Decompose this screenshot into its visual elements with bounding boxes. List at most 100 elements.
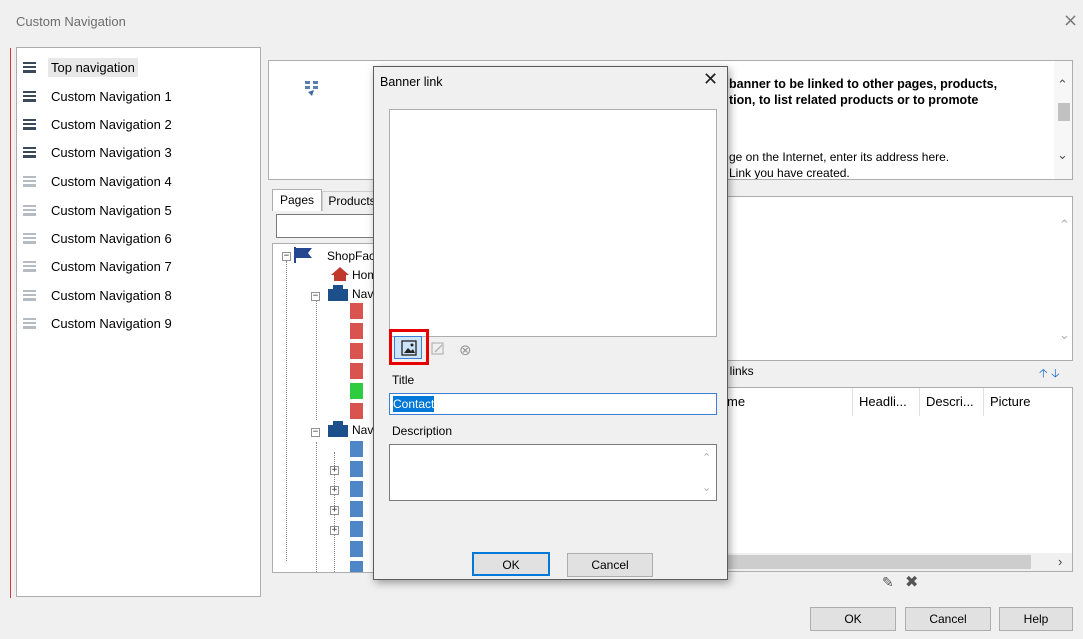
menu-icon bbox=[23, 289, 36, 301]
cancel-button[interactable]: Cancel bbox=[905, 607, 991, 631]
help-button[interactable]: Help bbox=[999, 607, 1073, 631]
info-text-line: Link you have created. bbox=[729, 166, 850, 180]
window-title: Custom Navigation bbox=[16, 14, 126, 29]
collapse-icon[interactable]: − bbox=[311, 292, 320, 301]
preview-panel: ⌃ ⌄ bbox=[720, 196, 1073, 361]
delete-icon[interactable]: ✖ bbox=[905, 572, 918, 592]
info-heading-line: banner to be linked to other pages, prod… bbox=[729, 77, 998, 91]
description-label: Description bbox=[392, 424, 453, 438]
move-up-icon[interactable]: 🡡 bbox=[1039, 364, 1048, 385]
page-icon bbox=[350, 363, 363, 379]
page-icon bbox=[350, 521, 363, 537]
select-image-button[interactable] bbox=[394, 336, 422, 359]
nav-item-custom-navigation-1[interactable]: Custom Navigation 1 bbox=[23, 84, 172, 108]
window-close-button[interactable]: × bbox=[1063, 10, 1078, 31]
info-scrollbar[interactable]: ⌃ ⌄ bbox=[1054, 61, 1072, 179]
dialog-ok-button[interactable]: OK bbox=[472, 552, 550, 576]
nav-item-label: Custom Navigation 2 bbox=[51, 116, 172, 132]
nav-item-label: Custom Navigation 1 bbox=[51, 88, 172, 104]
nav-item-label: Custom Navigation 5 bbox=[51, 202, 172, 218]
info-text-line: ge on the Internet, enter its address he… bbox=[729, 150, 950, 164]
menu-icon bbox=[23, 317, 36, 329]
remove-image-icon[interactable]: ⊗ bbox=[459, 341, 472, 359]
window-edge bbox=[10, 48, 11, 598]
banner-image-preview bbox=[389, 109, 717, 337]
navigation-type-icon bbox=[305, 81, 318, 96]
horizontal-scrollbar[interactable]: › bbox=[721, 553, 1072, 571]
column-header-description[interactable]: Descri... bbox=[920, 388, 984, 416]
nav-item-custom-navigation-3[interactable]: Custom Navigation 3 bbox=[23, 140, 172, 164]
expand-icon[interactable]: + bbox=[330, 526, 339, 535]
menu-icon bbox=[23, 146, 36, 158]
nav-item-custom-navigation-4[interactable]: Custom Navigation 4 bbox=[23, 169, 172, 193]
menu-icon bbox=[23, 204, 36, 216]
page-icon bbox=[350, 323, 363, 339]
nav-item-custom-navigation-2[interactable]: Custom Navigation 2 bbox=[23, 112, 172, 136]
page-icon bbox=[350, 541, 363, 557]
tab-pages[interactable]: Pages bbox=[272, 189, 322, 211]
collapse-icon[interactable]: − bbox=[282, 252, 291, 261]
column-header-name[interactable]: me bbox=[721, 388, 853, 416]
column-header-picture[interactable]: Picture bbox=[984, 388, 1072, 416]
expand-icon[interactable]: + bbox=[330, 506, 339, 515]
nav-item-custom-navigation-8[interactable]: Custom Navigation 8 bbox=[23, 283, 172, 307]
navigation-list[interactable]: Top navigation Custom Navigation 1 Custo… bbox=[16, 47, 261, 597]
title-input-value: Contact bbox=[393, 396, 435, 412]
column-header-headline[interactable]: Headli... bbox=[853, 388, 920, 416]
tree-guide bbox=[286, 261, 287, 561]
scroll-down-icon[interactable]: ⌄ bbox=[702, 481, 711, 494]
tree-guide bbox=[316, 442, 317, 572]
nav-item-label: Custom Navigation 9 bbox=[51, 315, 172, 331]
dialog-close-button[interactable]: ✕ bbox=[703, 69, 718, 90]
page-icon bbox=[350, 501, 363, 517]
info-heading-line: tion, to list related products or to pro… bbox=[729, 93, 979, 107]
menu-icon bbox=[23, 232, 36, 244]
banner-link-dialog: Banner link ✕ ⊗ Title Contact Descriptio… bbox=[373, 66, 728, 580]
home-icon bbox=[331, 267, 349, 281]
scroll-down-icon[interactable]: ⌄ bbox=[1059, 327, 1070, 343]
menu-icon bbox=[23, 175, 36, 187]
edit-icon[interactable]: ✎ bbox=[882, 574, 894, 591]
expand-icon[interactable]: + bbox=[330, 466, 339, 475]
scroll-down-icon[interactable]: ⌄ bbox=[1057, 147, 1068, 163]
page-icon bbox=[350, 461, 363, 477]
nav-item-label: Custom Navigation 4 bbox=[51, 173, 172, 189]
scroll-up-icon[interactable]: ⌃ bbox=[1059, 217, 1070, 233]
nav-item-custom-navigation-6[interactable]: Custom Navigation 6 bbox=[23, 226, 172, 250]
ok-button[interactable]: OK bbox=[810, 607, 896, 631]
tree-search-input[interactable] bbox=[276, 214, 386, 238]
dialog-title: Banner link bbox=[380, 75, 443, 89]
scroll-right-icon[interactable]: › bbox=[1058, 554, 1062, 569]
nav-item-custom-navigation-9[interactable]: Custom Navigation 9 bbox=[23, 311, 172, 335]
title-input[interactable]: Contact bbox=[389, 393, 717, 415]
tree-root-label[interactable]: ShopFac bbox=[327, 249, 375, 263]
links-table[interactable]: me Headli... Descri... Picture › bbox=[720, 387, 1073, 572]
scroll-up-icon[interactable]: ⌃ bbox=[702, 451, 711, 464]
image-icon bbox=[401, 340, 417, 356]
expand-icon[interactable]: + bbox=[330, 486, 339, 495]
page-icon bbox=[350, 343, 363, 359]
info-heading: banner to be linked to other pages, prod… bbox=[729, 76, 1059, 108]
menu-icon bbox=[23, 90, 36, 102]
folder-icon bbox=[328, 421, 348, 437]
nav-item-custom-navigation-5[interactable]: Custom Navigation 5 bbox=[23, 198, 172, 222]
collapse-icon[interactable]: − bbox=[311, 428, 320, 437]
nav-item-top-navigation[interactable]: Top navigation bbox=[23, 55, 138, 79]
menu-icon bbox=[23, 260, 36, 272]
page-icon bbox=[350, 481, 363, 497]
nav-item-label: Custom Navigation 3 bbox=[51, 144, 172, 160]
page-icon bbox=[350, 403, 363, 419]
description-input[interactable]: ⌃ ⌄ bbox=[389, 444, 717, 501]
page-icon bbox=[350, 383, 363, 399]
menu-icon bbox=[23, 61, 36, 73]
folder-icon bbox=[328, 285, 348, 301]
scroll-thumb[interactable] bbox=[721, 555, 1031, 569]
edit-image-icon[interactable] bbox=[431, 342, 445, 356]
move-down-icon[interactable]: 🡣 bbox=[1051, 364, 1060, 385]
scroll-up-icon[interactable]: ⌃ bbox=[1057, 77, 1068, 93]
dialog-cancel-button[interactable]: Cancel bbox=[567, 553, 653, 577]
flag-icon bbox=[294, 247, 312, 263]
nav-item-custom-navigation-7[interactable]: Custom Navigation 7 bbox=[23, 254, 172, 278]
info-text: ge on the Internet, enter its address he… bbox=[729, 149, 1059, 180]
scroll-thumb[interactable] bbox=[1058, 103, 1070, 121]
